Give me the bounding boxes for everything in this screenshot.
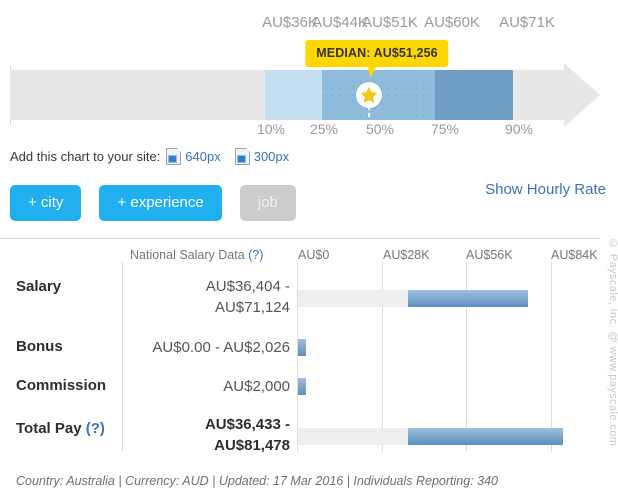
embed-code-icon [166,148,182,165]
row-value-total-pay-line1: AU$36,433 - [204,416,290,433]
row-value-salary-line2: AU$71,124 [214,299,290,316]
row-label-bonus: Bonus [16,338,63,355]
range-chart-percentile-labels: 10% 25% 50% 75% 90% [0,121,618,141]
median-tooltip: MEDIAN: AU$51,256 [305,40,449,67]
range-chart-value-labels: AU$36K AU$44K AU$51K AU$60K AU$71K [0,14,618,36]
national-salary-data-help-icon[interactable]: (?) [248,248,263,262]
job-button[interactable]: job [239,185,296,221]
axis-label-28k: AU$28K [383,248,430,262]
row-bar-bonus [298,339,306,356]
add-city-button[interactable]: + city [10,185,82,221]
show-hourly-rate-link[interactable]: Show Hourly Rate [485,181,606,198]
row-value-bonus-line1: AU$0.00 - AU$2,026 [152,339,290,356]
payscale-watermark: © Payscale, Inc. @ www.payscale.com [607,238,618,447]
embed-640px-label: 640px [185,149,221,164]
row-value-total-pay: AU$36,433 - AU$81,478 [115,414,290,456]
percentile-label-50: 50% [365,121,395,137]
row-value-commission: AU$2,000 [115,376,290,397]
national-salary-data-header: National Salary Data (?) [130,248,263,262]
range-bar [0,63,618,127]
range-value-label-50: AU$51K [362,14,418,31]
row-label-total-pay-text: Total Pay [16,420,82,437]
row-bar-salary [408,290,528,307]
median-star-icon [356,82,382,108]
axis-label-56k: AU$56K [466,248,513,262]
row-label-total-pay: Total Pay (?) [16,420,105,437]
national-salary-data-label: National Salary Data [130,248,245,262]
embed-code-icon [234,148,250,165]
axis-label-84k: AU$84K [551,248,598,262]
embed-640px-link[interactable]: 640px [166,148,221,165]
embed-300px-link[interactable]: 300px [234,148,290,165]
percentile-label-90: 90% [504,121,534,137]
range-segment-p10-p25 [265,70,322,120]
row-value-salary: AU$36,404 - AU$71,124 [115,276,290,318]
row-value-commission-line1: AU$2,000 [223,378,290,395]
percentile-label-25: 25% [309,121,339,137]
percentile-label-75: 75% [430,121,460,137]
embed-label: Add this chart to your site: [10,149,161,164]
table-top-divider [0,238,600,239]
row-value-salary-line1: AU$36,404 - [205,278,290,295]
row-value-total-pay-line2: AU$81,478 [214,437,290,454]
embed-chart-row: Add this chart to your site: 640px 300px [10,148,289,165]
range-value-label-25: AU$44K [312,14,368,31]
row-bar-total-pay [408,428,563,445]
footer-meta: Country: Australia | Currency: AUD | Upd… [16,474,498,488]
national-salary-data-table: National Salary Data (?) AU$0 AU$28K AU$… [0,238,618,458]
row-bar-commission [298,378,306,395]
range-value-label-75: AU$60K [424,14,480,31]
embed-300px-label: 300px [253,149,290,164]
percentile-label-10: 10% [256,121,286,137]
axis-gridline-84k [551,262,552,452]
row-label-salary: Salary [16,278,62,295]
axis-label-0: AU$0 [298,248,330,262]
salary-range-chart: AU$36K AU$44K AU$51K AU$60K AU$71K MEDIA… [0,0,618,142]
filter-button-row: + city + experience job [10,185,296,221]
total-pay-help-icon[interactable]: (?) [86,420,105,437]
row-value-bonus: AU$0.00 - AU$2,026 [115,337,290,358]
row-label-commission: Commission [16,377,107,394]
range-bar-arrow-head-icon [564,63,600,127]
range-value-label-10: AU$36K [262,14,318,31]
range-value-label-90: AU$71K [499,14,555,31]
add-experience-button[interactable]: + experience [99,185,222,221]
range-segment-p75-p90 [435,70,513,120]
